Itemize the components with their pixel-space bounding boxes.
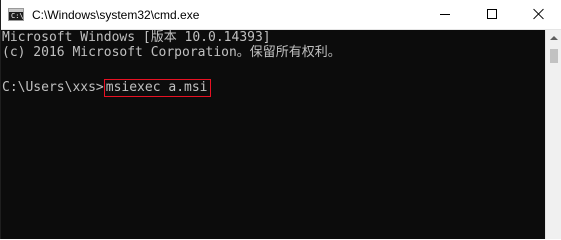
console-line-version: Microsoft Windows [版本 10.0.14393] bbox=[2, 30, 271, 45]
minimize-icon bbox=[440, 14, 450, 15]
maximize-icon bbox=[487, 9, 497, 19]
scroll-up-arrow-icon[interactable] bbox=[546, 30, 561, 47]
console-output[interactable]: Microsoft Windows [版本 10.0.14393] (c) 20… bbox=[1, 30, 545, 239]
minimize-button[interactable] bbox=[423, 0, 469, 29]
vertical-scrollbar[interactable] bbox=[545, 30, 561, 239]
console-command-line: C:\Users\xxs> msiexec a.msi bbox=[2, 79, 211, 97]
cmd-window: C:\ C:\Windows\system32\cmd.exe Microsof… bbox=[0, 0, 561, 239]
cmd-console-icon[interactable]: C:\ bbox=[8, 8, 24, 21]
maximize-button[interactable] bbox=[469, 0, 515, 29]
command-prompt: C:\Users\xxs> bbox=[2, 80, 104, 95]
close-icon bbox=[533, 8, 544, 19]
title-bar[interactable]: C:\ C:\Windows\system32\cmd.exe bbox=[1, 0, 561, 30]
close-button[interactable] bbox=[515, 0, 561, 29]
console-line-copyright: (c) 2016 Microsoft Corporation。保留所有权利。 bbox=[2, 45, 341, 60]
scrollbar-thumb[interactable] bbox=[550, 49, 558, 63]
console-icon-text: C:\ bbox=[11, 12, 24, 20]
highlighted-command: msiexec a.msi bbox=[103, 79, 211, 97]
window-title: C:\Windows\system32\cmd.exe bbox=[32, 8, 200, 22]
